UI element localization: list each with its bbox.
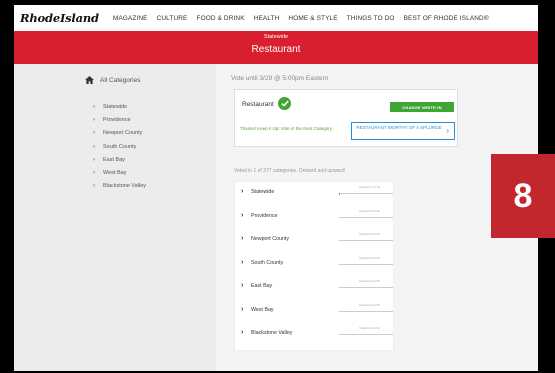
- home-icon: [85, 76, 94, 84]
- region-progress-text: Voted in 0 of 34: [359, 255, 380, 260]
- sidebar-item-label: Statewide: [103, 103, 128, 110]
- chevron-right-icon: ›: [241, 258, 244, 266]
- chevron-right-icon: ›: [241, 188, 244, 195]
- sidebar-all-categories-label: All Categories: [100, 76, 141, 84]
- sidebar-item-label: Blackstone Valley: [103, 183, 147, 190]
- sidebar-item-label: Providence: [103, 116, 131, 123]
- browser-page: RhodeIsland MAGAZINE CULTURE FOOD & DRIN…: [14, 5, 538, 371]
- voted-count-text: Voted in 1 of 277 categories. Onward and…: [234, 168, 346, 174]
- region-name: Blackstone Valley: [251, 330, 293, 336]
- region-progress-text: Voted in 0 of 34: [359, 208, 380, 213]
- sidebar-item-west-bay[interactable]: › West Bay: [93, 166, 146, 179]
- category-banner: Statewide Restaurant: [14, 31, 538, 64]
- region-progress-bar: [339, 310, 393, 312]
- nav-item-home-style[interactable]: HOME & STYLE: [288, 15, 337, 22]
- region-row-newport-county[interactable]: › Newport County Voted in 0 of 34: [235, 229, 395, 253]
- region-progress-bar: [339, 216, 393, 218]
- nav-item-culture[interactable]: CULTURE: [157, 15, 188, 22]
- chevron-right-icon: ›: [241, 282, 244, 289]
- sidebar-item-newport-county[interactable]: › Newport County: [93, 127, 146, 140]
- region-progress-bar: [339, 334, 393, 335]
- chevron-right-icon: ›: [446, 126, 449, 135]
- nav-item-magazine[interactable]: MAGAZINE: [113, 15, 148, 22]
- region-progress-text: Voted in 0 of 34: [359, 232, 380, 236]
- region-progress-bar: [339, 192, 393, 195]
- region-name: Statewide: [251, 189, 275, 195]
- region-progress-text: Voted in 0 of 34: [359, 326, 380, 330]
- sidebar-item-label: South County: [103, 143, 137, 150]
- next-category-label: RESTAURANT WORTHY OF A SPLURGE: [356, 125, 442, 130]
- region-row-east-bay[interactable]: › East Bay Voted in 0 of 34: [235, 276, 395, 300]
- region-row-statewide[interactable]: › Statewide Voted in 1 of 73: [235, 182, 395, 206]
- next-category-button[interactable]: RESTAURANT WORTHY OF A SPLURGE ›: [351, 122, 455, 140]
- nav-item-things-to-do[interactable]: THINGS TO DO: [347, 15, 395, 22]
- sidebar-item-label: Newport County: [103, 130, 143, 137]
- chevron-right-icon: ›: [241, 211, 244, 219]
- chevron-right-icon: ›: [93, 170, 95, 177]
- region-name: South County: [251, 259, 284, 266]
- region-progress-bar: [339, 263, 393, 265]
- region-progress-bar: [339, 240, 393, 241]
- chevron-right-icon: ›: [241, 329, 244, 336]
- region-name: Newport County: [251, 236, 289, 242]
- region-row-blackstone-valley[interactable]: › Blackstone Valley Voted in 0 of 34: [235, 323, 395, 347]
- sidebar-item-label: West Bay: [103, 170, 127, 177]
- category-sidebar: All Categories › Statewide › Providence › N…: [14, 64, 216, 371]
- region-name: West Bay: [251, 306, 274, 313]
- chevron-right-icon: ›: [241, 305, 244, 313]
- chevron-right-icon: ›: [93, 183, 95, 190]
- check-icon: [278, 97, 291, 110]
- banner-title: Restaurant: [251, 44, 301, 55]
- sidebar-item-statewide[interactable]: › Statewide: [93, 100, 146, 113]
- chevron-right-icon: ›: [93, 156, 95, 163]
- step-number: 8: [513, 176, 533, 215]
- current-vote-card: Restaurant CHANGE WRITE IN Thanks! Keep …: [234, 89, 458, 147]
- nav-item-health[interactable]: HEALTH: [254, 15, 280, 22]
- nav-item-best-of-ri[interactable]: BEST OF RHODE ISLAND®: [404, 15, 489, 22]
- vote-deadline: Vote until 3/29 @ 5:00pm Eastern: [231, 75, 329, 82]
- region-progress-text: Voted in 1 of 73: [359, 185, 380, 189]
- sidebar-item-south-county[interactable]: › South County: [93, 140, 146, 153]
- sidebar-item-providence[interactable]: › Providence: [93, 113, 146, 126]
- region-progress-text: Voted in 0 of 34: [359, 302, 380, 307]
- sidebar-item-blackstone-valley[interactable]: › Blackstone Valley: [93, 180, 146, 193]
- sidebar-list: › Statewide › Providence › Newport County ›…: [93, 100, 146, 193]
- region-name: East Bay: [251, 283, 273, 289]
- thanks-message: Thanks! Keep it Up! Vote in the Next Cat…: [240, 126, 333, 131]
- chevron-right-icon: ›: [93, 103, 95, 110]
- site-logo[interactable]: RhodeIsland: [20, 11, 99, 25]
- chevron-right-icon: ›: [93, 143, 95, 150]
- region-progress-bar: [339, 287, 393, 288]
- region-name: Providence: [251, 212, 278, 219]
- region-row-south-county[interactable]: › South County Voted in 0 of 34: [235, 253, 395, 277]
- banner-subtitle: Statewide: [263, 34, 289, 40]
- sidebar-item-east-bay[interactable]: › East Bay: [93, 153, 146, 166]
- sidebar-all-categories[interactable]: All Categories: [85, 76, 140, 84]
- chevron-right-icon: ›: [93, 130, 95, 137]
- chevron-right-icon: ›: [93, 116, 95, 123]
- sidebar-item-label: East Bay: [103, 156, 126, 163]
- region-progress-fill: [339, 192, 341, 195]
- region-row-providence[interactable]: › Providence Voted in 0 of 34: [235, 206, 395, 230]
- top-navigation: RhodeIsland MAGAZINE CULTURE FOOD & DRIN…: [14, 5, 538, 31]
- step-number-badge: 8: [491, 154, 555, 238]
- change-write-in-button[interactable]: CHANGE WRITE IN: [390, 102, 454, 112]
- current-category-name: Restaurant: [242, 101, 274, 108]
- nav-item-food-drink[interactable]: FOOD & DRINK: [197, 15, 245, 22]
- region-row-west-bay[interactable]: › West Bay Voted in 0 of 34: [235, 300, 395, 324]
- region-list-card: › Statewide Voted in 1 of 73 › Providenc…: [234, 181, 394, 351]
- region-progress-text: Voted in 0 of 34: [359, 279, 380, 283]
- chevron-right-icon: ›: [241, 235, 244, 242]
